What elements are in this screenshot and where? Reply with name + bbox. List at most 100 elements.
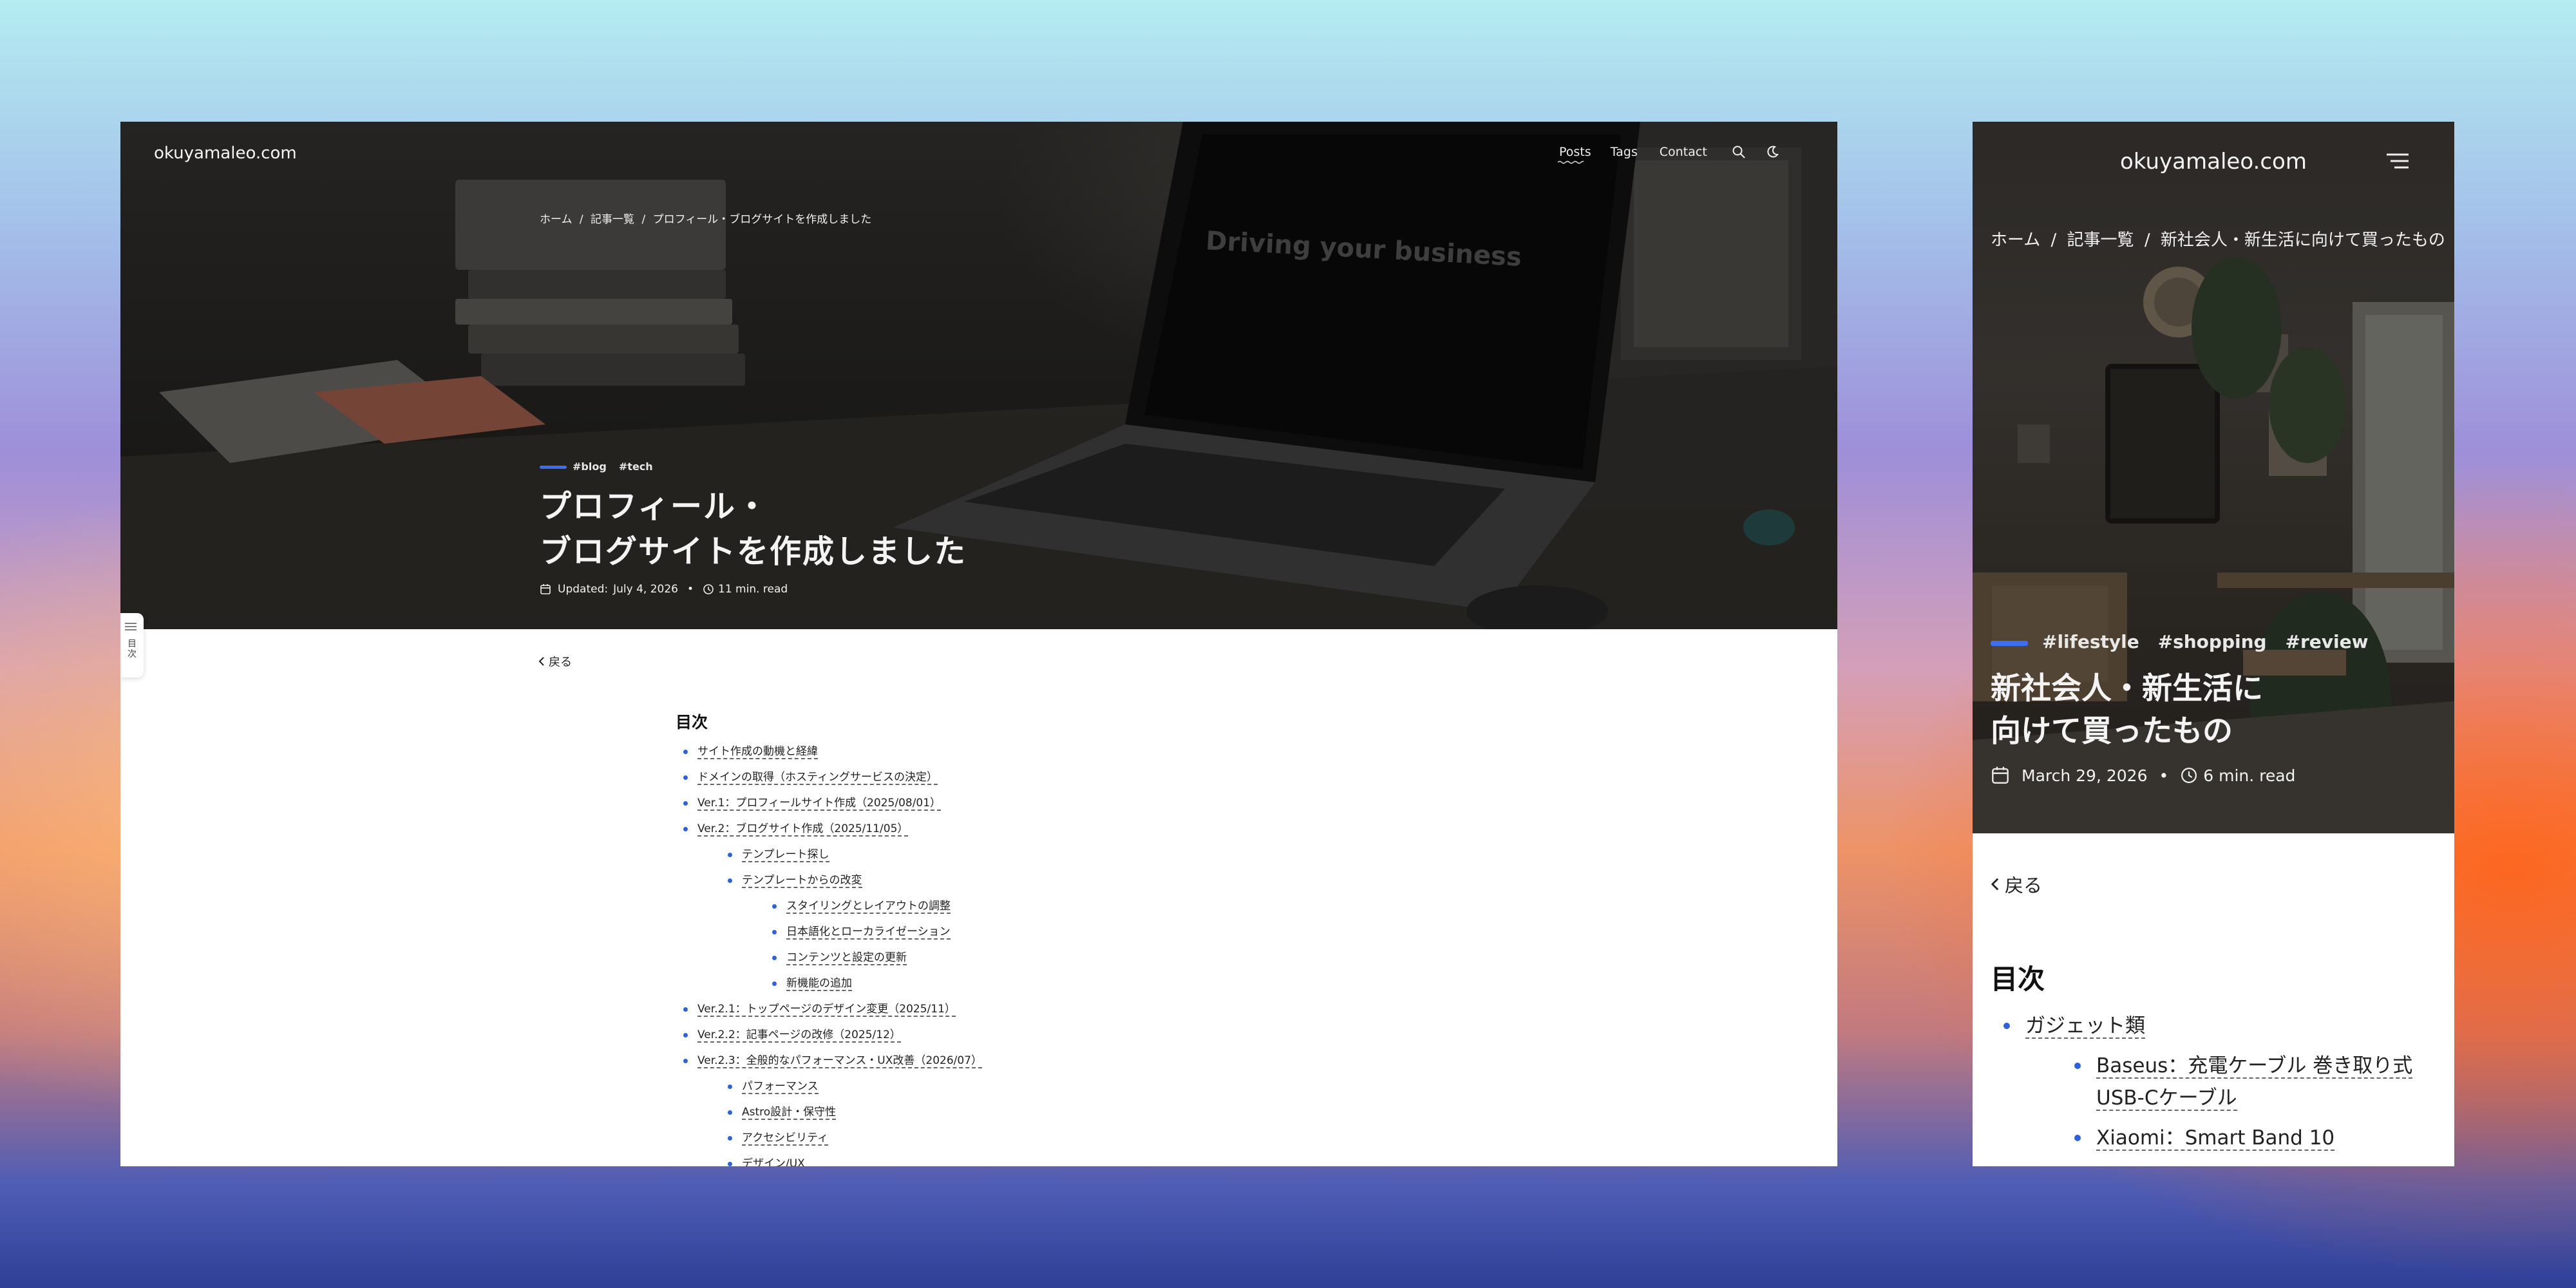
- tag-list: #blog #tech: [573, 460, 653, 473]
- toc-list: ガジェット類 Baseus：充電ケーブル 巻き取り式 USB-Cケーブル Xia…: [1991, 1010, 2429, 1154]
- breadcrumb-home[interactable]: ホーム: [1991, 231, 2040, 250]
- tag-review[interactable]: #review: [2286, 631, 2369, 652]
- mobile-preview: okuyamaleo.com ホーム / 記事一覧 / 新社会人・新生活に向けて…: [1973, 122, 2454, 1166]
- toc-link[interactable]: コンテンツと設定の更新: [786, 951, 907, 965]
- toc-subitem: テンプレート探し: [720, 848, 1255, 862]
- post-meta: Updated: July 4, 2026 • 11 min. read: [540, 583, 788, 596]
- breadcrumb-current: 新社会人・新生活に向けて買ったもの: [2160, 231, 2445, 250]
- nav-contact[interactable]: Contact: [1660, 145, 1707, 159]
- meta-separator: •: [2159, 766, 2169, 785]
- updated-label: Updated:: [558, 583, 609, 596]
- clock-icon: [703, 583, 714, 595]
- toc-link[interactable]: テンプレートからの改変: [742, 874, 862, 888]
- nav-posts[interactable]: Posts: [1559, 145, 1591, 159]
- toc-link[interactable]: Astro設計・保守性: [742, 1106, 837, 1120]
- breadcrumb: ホーム / 記事一覧 / プロフィール・ブログサイトを作成しました: [540, 210, 871, 226]
- search-icon[interactable]: [1732, 145, 1746, 159]
- toc-item: ガジェット類 Baseus：充電ケーブル 巻き取り式 USB-Cケーブル Xia…: [1991, 1010, 2429, 1154]
- toc-subsubitem: コンテンツと設定の更新: [764, 951, 1255, 965]
- page-title-line1: 新社会人・新生活に: [1991, 671, 2263, 706]
- toc-link[interactable]: 日本語化とローカライゼーション: [786, 925, 951, 940]
- toc-subsubitem: 日本語化とローカライゼーション: [764, 925, 1255, 940]
- table-of-contents: 目次 ガジェット類 Baseus：充電ケーブル 巻き取り式 USB-Cケーブル …: [1991, 958, 2429, 1162]
- toc-item: Ver.2.3：全般的なパフォーマンス・UX改善（2026/07） パフォーマン…: [676, 1054, 1255, 1166]
- toc-link[interactable]: Ver.2.2：記事ページの改修（2025/12）: [697, 1028, 901, 1043]
- toc-subitem: Astro設計・保守性: [720, 1106, 1255, 1120]
- toc-subitem: テンプレートからの改変 スタイリングとレイアウトの調整 日本語化とローカライゼー…: [720, 874, 1255, 991]
- toc-subitem: Xiaomi：Smart Band 10: [2061, 1122, 2429, 1154]
- toc-link[interactable]: Ver.1：プロフィールサイト作成（2025/08/01）: [697, 797, 942, 811]
- toc-link[interactable]: Xiaomi：Smart Band 10: [2096, 1126, 2335, 1151]
- calendar-icon: [1991, 766, 2010, 785]
- tag-accent-bar: [1991, 641, 2028, 646]
- clock-icon: [2180, 766, 2198, 784]
- page-title-line2: 向けて買ったもの: [1991, 714, 2233, 749]
- breadcrumb-home[interactable]: ホーム: [540, 213, 573, 226]
- toc-subitem: デザイン/UX: [720, 1157, 1255, 1166]
- dark-mode-moon-icon[interactable]: [1765, 145, 1779, 159]
- page-title-line1: プロフィール・: [540, 488, 770, 525]
- tag-list: #lifestyle #shopping #review: [2042, 631, 2368, 652]
- breadcrumb-separator: /: [641, 213, 646, 226]
- breadcrumb: ホーム / 記事一覧 / 新社会人・新生活に向けて買ったもの: [1991, 227, 2445, 251]
- read-time: 6 min. read: [2203, 766, 2296, 785]
- toc-link[interactable]: Baseus：充電ケーブル 巻き取り式 USB-Cケーブル: [2096, 1054, 2413, 1111]
- toc-link[interactable]: デザイン/UX: [742, 1157, 805, 1166]
- breadcrumb-posts[interactable]: 記事一覧: [2067, 231, 2134, 250]
- hamburger-menu-icon[interactable]: [2387, 152, 2409, 170]
- toc-side-tab-label: 目次: [128, 639, 137, 659]
- toc-link[interactable]: Ver.2：ブログサイト作成（2025/11/05）: [697, 822, 909, 837]
- toc-link[interactable]: 新機能の追加: [786, 977, 852, 991]
- toc-item: Ver.1：プロフィールサイト作成（2025/08/01）: [676, 797, 1255, 811]
- toc-item: Ver.2.1：トップページのデザイン変更（2025/11）: [676, 1003, 1255, 1017]
- toc-subitem: Baseus：充電ケーブル 巻き取り式 USB-Cケーブル: [2061, 1050, 2429, 1114]
- table-of-contents: 目次 サイト作成の動機と経緯 ドメインの取得（ホスティングサービスの決定） Ve…: [676, 710, 1255, 1166]
- toc-link[interactable]: サイト作成の動機と経緯: [697, 745, 818, 759]
- chevron-left-icon: [538, 656, 545, 667]
- toc-list: サイト作成の動機と経緯 ドメインの取得（ホスティングサービスの決定） Ver.1…: [676, 745, 1255, 1166]
- toc-subsubitem: スタイリングとレイアウトの調整: [764, 900, 1255, 914]
- back-link[interactable]: 戻る: [1991, 871, 2042, 898]
- page-title: プロフィール・ ブログサイトを作成しました: [540, 484, 967, 574]
- site-title[interactable]: okuyamaleo.com: [154, 144, 297, 163]
- toc-link[interactable]: ガジェット類: [2025, 1014, 2145, 1039]
- list-icon: [125, 622, 137, 631]
- toc-title: 目次: [1991, 963, 2045, 995]
- post-meta: March 29, 2026 • 6 min. read: [1991, 766, 2295, 785]
- calendar-icon: [540, 583, 551, 595]
- breadcrumb-separator: /: [579, 213, 583, 226]
- hero-image: Driving your business okuyamaleo.com Pos…: [120, 122, 1837, 629]
- page-title-line2: ブログサイトを作成しました: [540, 533, 967, 570]
- back-label: 戻る: [2005, 875, 2043, 896]
- toc-link[interactable]: Ver.2.3：全般的なパフォーマンス・UX改善（2026/07）: [697, 1054, 983, 1068]
- desk-laptop-illustration: [120, 122, 1837, 629]
- breadcrumb-separator: /: [2050, 231, 2057, 250]
- hero-image: okuyamaleo.com ホーム / 記事一覧 / 新社会人・新生活に向けて…: [1973, 122, 2454, 833]
- desktop-preview: Driving your business okuyamaleo.com Pos…: [120, 122, 1837, 1166]
- toc-link[interactable]: ドメインの取得（ホスティングサービスの決定）: [697, 771, 938, 785]
- nav-tags[interactable]: Tags: [1611, 145, 1638, 159]
- tag-shopping[interactable]: #shopping: [2158, 631, 2267, 652]
- toc-subsubitem: 新機能の追加: [764, 977, 1255, 991]
- post-date: July 4, 2026: [613, 583, 678, 596]
- toc-link[interactable]: テンプレート探し: [742, 848, 829, 862]
- toc-link[interactable]: アクセシビリティ: [742, 1132, 829, 1146]
- meta-separator: •: [687, 583, 694, 596]
- tag-tech[interactable]: #tech: [619, 460, 653, 473]
- breadcrumb-posts[interactable]: 記事一覧: [591, 213, 634, 226]
- tag-accent-bar: [540, 466, 567, 469]
- tag-blog[interactable]: #blog: [573, 460, 607, 473]
- toc-subitem: パフォーマンス: [720, 1080, 1255, 1094]
- site-title[interactable]: okuyamaleo.com: [1973, 149, 2454, 175]
- page-title: 新社会人・新生活に 向けて買ったもの: [1991, 668, 2263, 753]
- toc-link[interactable]: スタイリングとレイアウトの調整: [786, 900, 951, 914]
- tag-lifestyle[interactable]: #lifestyle: [2042, 631, 2139, 652]
- toc-item: ドメインの取得（ホスティングサービスの決定）: [676, 771, 1255, 785]
- toc-item: サイト作成の動機と経緯: [676, 745, 1255, 759]
- toc-subitem: アクセシビリティ: [720, 1132, 1255, 1146]
- toc-link[interactable]: パフォーマンス: [742, 1080, 819, 1094]
- back-link[interactable]: 戻る: [538, 653, 572, 670]
- toc-side-tab[interactable]: 目次: [120, 613, 144, 677]
- toc-link[interactable]: Ver.2.1：トップページのデザイン変更（2025/11）: [697, 1003, 956, 1017]
- toc-title: 目次: [676, 713, 708, 732]
